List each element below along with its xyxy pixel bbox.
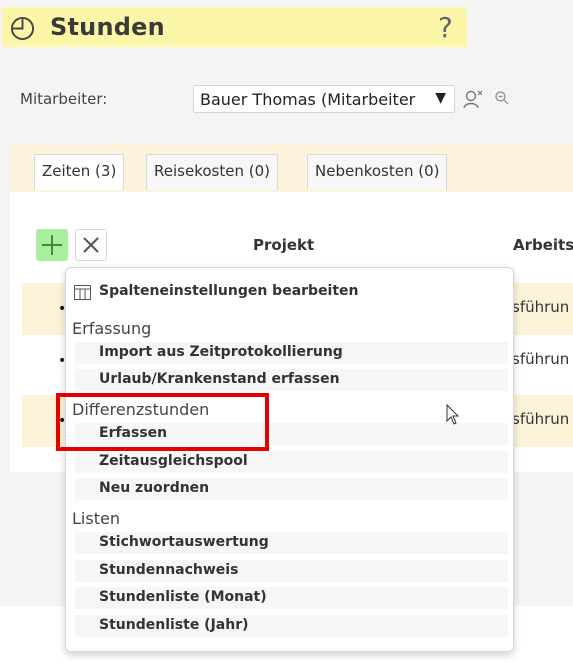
- column-header-arbeitsbereich[interactable]: Arbeits: [513, 236, 573, 254]
- tabs-bar: Zeiten (3) Reisekosten (0) Nebenkosten (…: [10, 144, 573, 192]
- zoom-out-icon[interactable]: [494, 90, 510, 106]
- help-icon[interactable]: ?: [438, 11, 453, 44]
- menu-heading-erfassung: Erfassung: [72, 319, 152, 338]
- row-cell: sführun: [512, 298, 570, 316]
- mitarbeiter-select[interactable]: Bauer Thomas (Mitarbeiter ▼: [193, 85, 455, 113]
- highlight-annotation: [56, 393, 269, 451]
- tab-zeiten[interactable]: Zeiten (3): [34, 154, 125, 190]
- close-menu-button[interactable]: [75, 229, 107, 261]
- menu-heading-listen: Listen: [72, 509, 120, 528]
- menu-item-urlaub-krankenstand[interactable]: Urlaub/Krankenstand erfassen: [75, 369, 508, 391]
- user-select-icon[interactable]: [462, 88, 484, 110]
- menu-item-stundenliste-jahr[interactable]: Stundenliste (Jahr): [75, 615, 508, 637]
- stunden-panel: Stunden ? Mitarbeiter: Bauer Thomas (Mit…: [0, 0, 573, 663]
- row-cell: sführun: [512, 350, 570, 368]
- mitarbeiter-select-value: Bauer Thomas (Mitarbeiter: [200, 90, 416, 109]
- row-cell: sführun: [512, 410, 570, 428]
- add-button[interactable]: [36, 229, 68, 261]
- tab-reisekosten[interactable]: Reisekosten (0): [146, 154, 278, 190]
- menu-item-stundennachweis[interactable]: Stundennachweis: [75, 560, 508, 582]
- actions-dropdown-menu: Spalteneinstellungen bearbeiten Erfassun…: [65, 267, 514, 652]
- tab-nebenkosten[interactable]: Nebenkosten (0): [307, 154, 448, 190]
- title-bar: Stunden ?: [2, 7, 467, 47]
- menu-item-stichwortauswertung[interactable]: Stichwortauswertung: [75, 532, 508, 554]
- mitarbeiter-label: Mitarbeiter:: [20, 90, 108, 108]
- column-header-projekt[interactable]: Projekt: [253, 236, 314, 254]
- clock-icon: [10, 16, 35, 41]
- mouse-cursor-icon: [446, 404, 460, 425]
- page-title: Stunden: [50, 13, 165, 41]
- menu-item-zeitausgleichspool[interactable]: Zeitausgleichspool: [75, 451, 508, 473]
- menu-item-neu-zuordnen[interactable]: Neu zuordnen: [75, 478, 508, 500]
- menu-item-import-zeitprotokollierung[interactable]: Import aus Zeitprotokollierung: [75, 342, 508, 364]
- menu-item-stundenliste-monat[interactable]: Stundenliste (Monat): [75, 587, 508, 609]
- close-icon: [83, 237, 99, 253]
- dropdown-arrow-icon: ▼: [435, 90, 446, 106]
- plus-icon: [42, 235, 62, 255]
- menu-item-spalteneinstellungen[interactable]: Spalteneinstellungen bearbeiten: [75, 281, 508, 303]
